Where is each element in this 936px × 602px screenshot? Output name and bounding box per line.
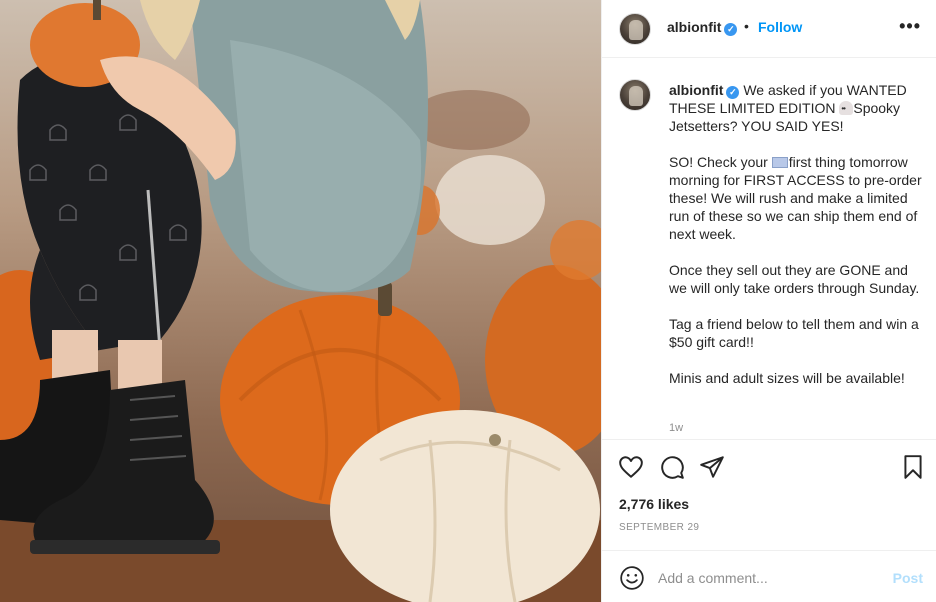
send-icon[interactable] xyxy=(699,454,725,480)
heart-icon[interactable] xyxy=(618,454,644,480)
bookmark-icon[interactable] xyxy=(900,454,926,480)
caption-paragraph-5: Minis and adult sizes will be available! xyxy=(669,370,905,386)
comments-section[interactable]: albionfit ✓ We asked if you WANTED THESE … xyxy=(602,59,936,439)
caption-avatar[interactable] xyxy=(619,79,651,111)
likes-count[interactable]: 2,776 likes xyxy=(619,496,689,512)
post-comment-button[interactable]: Post xyxy=(893,570,923,586)
post-sidebar: albionfit ✓ • Follow ••• albionfit ✓ We as… xyxy=(601,0,936,602)
smiley-icon[interactable] xyxy=(619,565,645,591)
caption-paragraph-1: albionfit ✓ We asked if you WANTED THESE … xyxy=(669,81,926,135)
caption-username[interactable]: albionfit xyxy=(669,82,723,98)
more-options-icon[interactable]: ••• xyxy=(899,16,921,36)
follow-button[interactable]: Follow xyxy=(758,19,802,35)
verified-badge-icon: ✓ xyxy=(726,86,740,99)
ghost-emoji-icon xyxy=(839,100,854,118)
post-caption: albionfit ✓ We asked if you WANTED THESE … xyxy=(669,81,926,405)
header-username[interactable]: albionfit ✓ xyxy=(667,19,738,36)
add-comment-bar: Post xyxy=(602,550,936,602)
comment-input[interactable] xyxy=(658,563,878,593)
caption-paragraph-2: SO! Check your first thing tomorrow morn… xyxy=(669,154,922,242)
verified-badge-icon: ✓ xyxy=(724,23,738,36)
comment-icon[interactable] xyxy=(659,454,685,480)
header-separator: • xyxy=(744,18,749,34)
caption-paragraph-3: Once they sell out they are GONE and we … xyxy=(669,262,920,296)
caption-paragraph-4: Tag a friend below to tell them and win … xyxy=(669,316,919,350)
avatar[interactable] xyxy=(619,13,651,45)
post-header: albionfit ✓ • Follow ••• xyxy=(602,0,936,58)
post-image[interactable] xyxy=(0,0,601,602)
caption-timestamp[interactable]: 1w xyxy=(669,422,683,434)
post-photo-illustration xyxy=(0,0,601,602)
email-emoji-icon xyxy=(771,157,788,168)
post-date[interactable]: SEPTEMBER 29 xyxy=(619,522,699,533)
